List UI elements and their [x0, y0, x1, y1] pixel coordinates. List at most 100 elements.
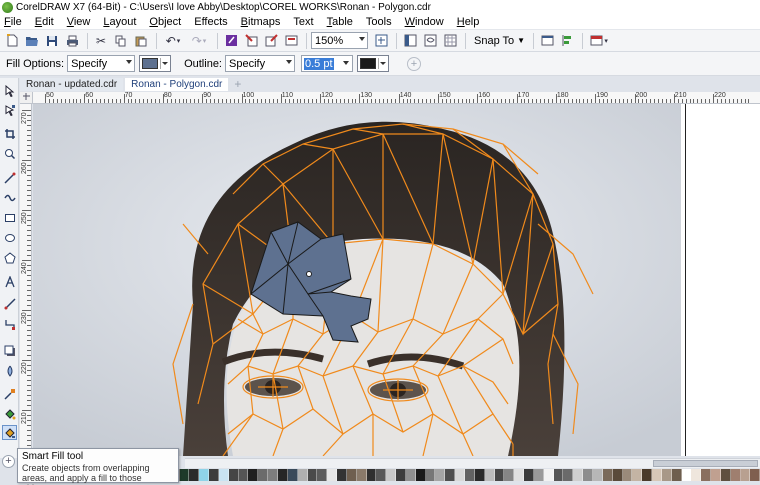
show-rulers-icon[interactable] [421, 32, 439, 50]
drawing-canvas[interactable] [33, 104, 760, 456]
palette-swatch[interactable] [661, 469, 672, 481]
fill-options-select[interactable]: Specify [67, 55, 136, 72]
outline-select[interactable]: Specify [225, 55, 295, 72]
launcher-icon[interactable]: ▾ [587, 32, 611, 50]
palette-swatch[interactable] [435, 469, 446, 481]
open-folder-icon[interactable] [23, 32, 41, 50]
menu-edit[interactable]: Edit [35, 16, 54, 28]
artistic-media-icon[interactable] [2, 190, 17, 205]
outline-color-picker[interactable] [357, 55, 389, 72]
palette-swatch[interactable] [346, 469, 357, 481]
palette-swatch[interactable] [730, 469, 741, 481]
palette-swatch[interactable] [258, 469, 269, 481]
options-icon[interactable] [538, 32, 556, 50]
palette-swatch[interactable] [366, 469, 377, 481]
palette-swatch[interactable] [720, 469, 731, 481]
palette-swatch[interactable] [396, 469, 406, 481]
palette-swatch[interactable] [573, 469, 584, 481]
palette-swatch[interactable] [297, 469, 308, 481]
horizontal-scrollbar[interactable] [185, 458, 760, 468]
palette-swatch[interactable] [524, 469, 534, 481]
save-icon[interactable] [43, 32, 61, 50]
polygon-icon[interactable] [2, 250, 17, 265]
palette-swatch[interactable] [356, 469, 367, 481]
palette-swatch[interactable] [671, 469, 682, 481]
menu-file[interactable]: File [4, 16, 22, 28]
fill-color-picker[interactable] [139, 55, 172, 72]
zoom-level-combo[interactable]: 150% [311, 32, 368, 49]
palette-swatch[interactable] [632, 469, 643, 481]
outline-width-input[interactable]: 0.5 pt [301, 55, 353, 72]
palette-swatch[interactable] [622, 469, 633, 481]
palette-swatch[interactable] [553, 469, 564, 481]
cut-icon[interactable]: ✂ [92, 32, 110, 50]
palette-swatch[interactable] [425, 469, 436, 481]
palette-swatch[interactable] [583, 469, 593, 481]
palette-swatch[interactable] [592, 469, 603, 481]
palette-swatch[interactable] [612, 469, 623, 481]
ellipse-icon[interactable] [2, 230, 17, 245]
palette-swatch[interactable] [504, 469, 515, 481]
export-icon[interactable] [262, 32, 280, 50]
text-icon[interactable] [2, 274, 17, 289]
palette-swatch[interactable] [494, 469, 505, 481]
ruler-origin[interactable] [20, 92, 33, 104]
palette-swatch[interactable] [750, 469, 760, 481]
add-icon[interactable]: + [407, 56, 421, 71]
palette-swatch[interactable] [386, 469, 397, 481]
palette-swatch[interactable] [455, 469, 465, 481]
palette-swatch[interactable] [691, 469, 702, 481]
crop-icon[interactable] [2, 126, 17, 141]
palette-swatch[interactable] [701, 469, 712, 481]
palette-swatch[interactable] [317, 469, 328, 481]
palette-swatch[interactable] [474, 469, 485, 481]
menu-window[interactable]: Window [405, 16, 444, 28]
print-icon[interactable] [63, 32, 81, 50]
palette-swatch[interactable] [238, 469, 249, 481]
palette-swatch[interactable] [642, 469, 653, 481]
palette-swatch[interactable] [415, 469, 426, 481]
palette-swatch[interactable] [563, 469, 574, 481]
palette-swatch[interactable] [179, 469, 190, 481]
menu-bitmaps[interactable]: Bitmaps [241, 16, 281, 28]
palette-swatch[interactable] [376, 469, 387, 481]
shape-icon[interactable] [2, 102, 17, 117]
scrollbar-thumb[interactable] [653, 460, 758, 467]
add-page-icon[interactable]: + [2, 455, 15, 468]
palette-swatch[interactable] [484, 469, 495, 481]
palette-swatch[interactable] [711, 469, 721, 481]
menu-effects[interactable]: Effects [194, 16, 227, 28]
copy-icon[interactable] [112, 32, 130, 50]
palette-swatch[interactable] [307, 469, 318, 481]
palette-swatch[interactable] [287, 469, 298, 481]
palette-swatch[interactable] [327, 469, 338, 481]
new-document-icon[interactable] [3, 32, 21, 50]
connector-icon[interactable] [2, 316, 17, 331]
palette-swatch[interactable] [218, 469, 229, 481]
palette-swatch[interactable] [445, 469, 456, 481]
publish-pdf-icon[interactable] [282, 32, 300, 50]
palette-swatch[interactable] [652, 469, 662, 481]
palette-swatch[interactable] [228, 469, 239, 481]
menu-help[interactable]: Help [457, 16, 480, 28]
palette-swatch[interactable] [199, 469, 210, 481]
snap-to-dropdown[interactable]: Snap To ▼ [474, 35, 525, 47]
eyedropper-icon[interactable] [2, 386, 17, 401]
polygon-portrait-artwork[interactable] [33, 104, 760, 456]
menu-text[interactable]: Text [293, 16, 313, 28]
palette-swatch[interactable] [602, 469, 613, 481]
palette-swatch[interactable] [209, 469, 219, 481]
menu-object[interactable]: Object [149, 16, 181, 28]
horizontal-ruler[interactable]: 50 60 70 80 90 100 110 120 130 140 150 160 170 180 190… [33, 92, 760, 104]
parallel-dimension-icon[interactable] [2, 296, 17, 311]
interactive-fill-icon[interactable] [2, 406, 17, 421]
drop-shadow-icon[interactable] [2, 343, 17, 358]
menu-table[interactable]: Table [327, 16, 353, 28]
show-grid-icon[interactable] [441, 32, 459, 50]
zoom-icon[interactable] [2, 146, 17, 161]
palette-swatch[interactable] [465, 469, 475, 481]
zoom-fit-icon[interactable] [372, 32, 390, 50]
add-tab-icon[interactable]: + [234, 78, 241, 91]
select-icon[interactable] [2, 83, 17, 98]
palette-swatch[interactable] [533, 469, 544, 481]
